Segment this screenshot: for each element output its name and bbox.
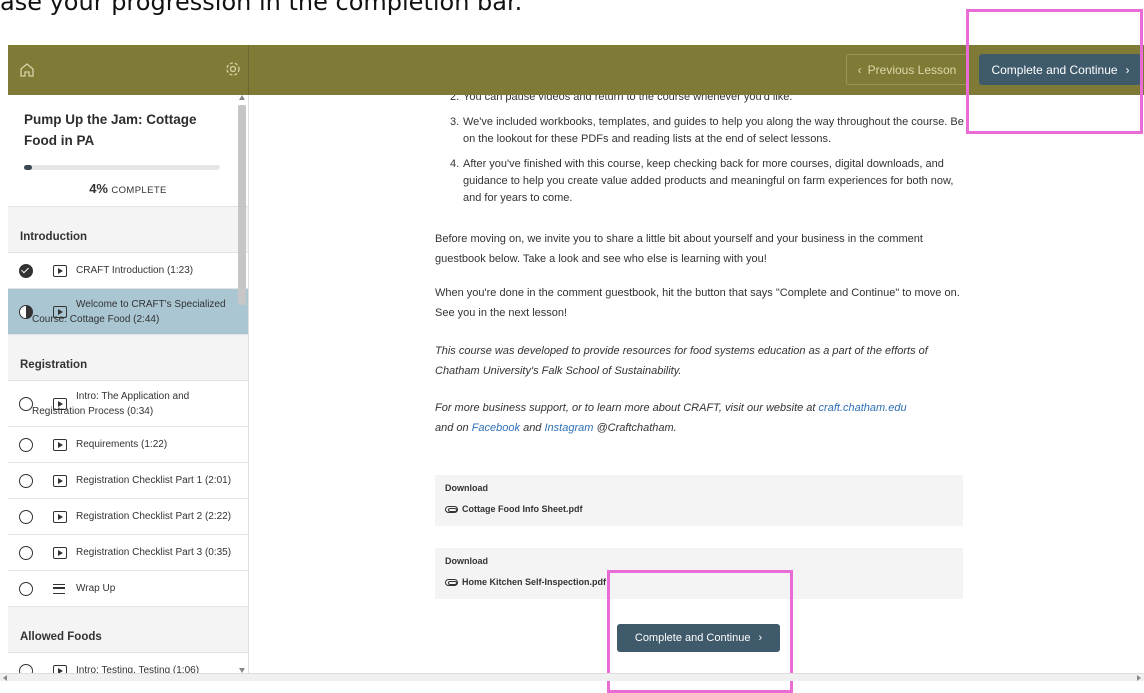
paperclip-icon [445,578,458,586]
list-text: We've included workbooks, templates, and… [463,116,964,145]
half-circle-icon [19,304,33,319]
previous-lesson-button[interactable]: ‹ Previous Lesson [846,54,968,85]
course-progress-card: Pump Up the Jam: Cottage Food in PA 4% C… [8,95,248,207]
support-paragraph: For more business support, or to learn m… [435,398,965,438]
lesson-label: Wrap Up [76,583,116,594]
list-item: 3. We've included workbooks, templates, … [435,114,965,148]
download-box: Download Cottage Food Info Sheet.pdf [435,475,963,526]
lesson-label: Registration Checklist Part 3 (0:35) [76,547,232,558]
website-link[interactable]: craft.chatham.edu [819,402,907,414]
horizontal-scrollbar[interactable] [0,673,1144,681]
page: ase your progression in the completion b… [0,0,1144,693]
download-filename: Cottage Food Info Sheet.pdf [462,504,583,514]
section-list: Introduction CRAFT Introduction (1:23) Wel… [8,207,248,673]
text-lines-icon [53,583,65,594]
video-play-icon [53,510,67,523]
download-link[interactable]: Cottage Food Info Sheet.pdf [445,504,953,514]
sidebar-header [8,45,249,95]
empty-circle-icon [19,396,33,411]
caption-text: ase your progression in the completion b… [0,0,523,16]
list-number: 4. [450,158,460,170]
guestbook-paragraph: Before moving on, we invite you to share… [435,233,923,265]
empty-circle-icon [19,581,33,596]
support-text-c: and [520,422,545,434]
list-number: 3. [450,116,460,128]
numbered-list: 2. You can pause videos and return to th… [435,95,965,215]
instructions-paragraph: When you're done in the comment guestboo… [435,287,960,319]
facebook-link[interactable]: Facebook [472,422,520,434]
list-text: After you've finished with this course, … [463,158,954,204]
credit-paragraph: This course was developed to provide res… [435,341,965,381]
home-icon[interactable] [18,61,36,79]
progress-bar [24,165,220,170]
lesson-label: Requirements (1:22) [76,439,168,450]
download-label: Download [445,483,488,493]
section-title: Registration [8,335,248,381]
video-play-icon [53,546,67,559]
lesson-label: Intro: The Application and Registration … [32,391,190,417]
scroll-up-arrow[interactable] [239,95,245,100]
lesson-item[interactable]: Intro: Testing, Testing (1:06) [8,653,248,673]
empty-circle-icon [19,437,33,452]
chevron-left-icon: ‹ [857,62,862,77]
scroll-right-arrow[interactable] [1137,675,1141,681]
previous-lesson-label: Previous Lesson [867,62,957,77]
lesson-item[interactable]: Registration Checklist Part 3 (0:35) [8,535,248,571]
empty-circle-icon [19,509,33,524]
section-title: Introduction [8,207,248,253]
lesson-label: Registration Checklist Part 2 (2:22) [76,511,232,522]
lesson-label: Welcome to CRAFT's Specialized Course: C… [32,299,226,325]
lesson-label: CRAFT Introduction (1:23) [76,265,194,276]
list-item: 2. You can pause videos and return to th… [435,95,965,106]
list-item: 4. After you've finished with this cours… [435,156,965,207]
gear-icon[interactable] [224,60,242,78]
download-filename: Home Kitchen Self-Inspection.pdf [462,577,607,587]
instagram-link[interactable]: Instagram [544,422,593,434]
list-text: You can pause videos and return to the c… [463,95,793,103]
scroll-thumb[interactable] [238,105,246,305]
course-title: Pump Up the Jam: Cottage Food in PA [24,112,197,148]
progress-label: 4% COMPLETE [24,181,232,196]
scroll-left-arrow[interactable] [3,675,7,681]
lesson-item[interactable]: Wrap Up [8,571,248,607]
lesson-label: Intro: Testing, Testing (1:06) [76,665,200,673]
video-play-icon [53,474,67,487]
support-text-b: and on [435,422,472,434]
video-play-icon [53,438,67,451]
list-number: 2. [450,95,460,103]
empty-circle-icon [19,663,33,673]
empty-circle-icon [19,473,33,488]
curriculum-sidebar: Pump Up the Jam: Cottage Food in PA 4% C… [8,95,249,673]
support-text-d: @Craftchatham. [593,422,677,434]
video-play-icon [53,664,67,673]
video-play-icon [53,264,67,277]
lesson-label: Registration Checklist Part 1 (2:01) [76,475,232,486]
lesson-item[interactable]: Registration Checklist Part 1 (2:01) [8,463,248,499]
highlight-box-top [966,9,1143,134]
download-label: Download [445,556,488,566]
paperclip-icon [445,505,458,513]
check-circle-icon [19,263,33,278]
progress-percent: 4% [89,181,108,196]
empty-circle-icon [19,545,33,560]
lesson-item[interactable]: Intro: The Application and Registration … [8,381,248,427]
lesson-item[interactable]: Registration Checklist Part 2 (2:22) [8,499,248,535]
credit-text: This course was developed to provide res… [435,345,928,377]
lesson-item[interactable]: CRAFT Introduction (1:23) [8,253,248,289]
section-title: Allowed Foods [8,607,248,653]
support-text-a: For more business support, or to learn m… [435,402,819,414]
sidebar-scrollbar[interactable] [238,95,246,673]
progress-bar-fill [24,165,32,170]
lesson-item[interactable]: Welcome to CRAFT's Specialized Course: C… [8,289,248,335]
lesson-item[interactable]: Requirements (1:22) [8,427,248,463]
progress-suffix: COMPLETE [111,185,167,196]
